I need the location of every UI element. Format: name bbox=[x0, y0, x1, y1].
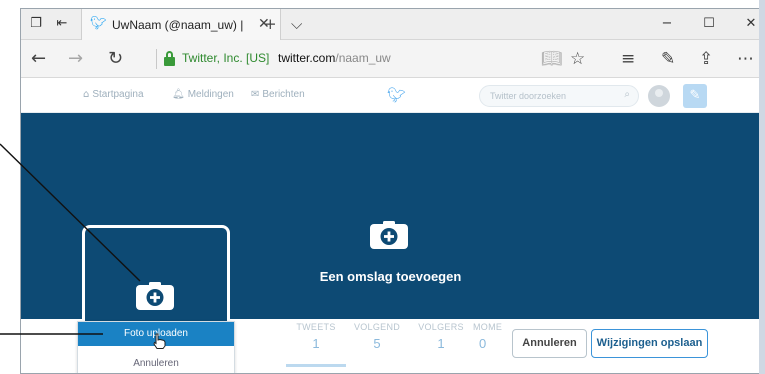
navigation-bar: ← → ↻ Twitter, Inc. [US] twitter.com/naa… bbox=[21, 40, 760, 78]
search-placeholder: Twitter doorzoeken bbox=[490, 91, 567, 101]
user-avatar[interactable] bbox=[648, 85, 670, 107]
home-icon: ⌂ bbox=[83, 89, 90, 100]
reading-view-icon[interactable]: 📖︎ bbox=[541, 49, 563, 69]
lock-icon[interactable] bbox=[164, 51, 175, 66]
new-tab-button[interactable]: + bbox=[264, 15, 277, 33]
right-edge bbox=[759, 0, 765, 374]
web-note-icon[interactable]: ✎ bbox=[661, 49, 675, 69]
tab-twitter-profile[interactable]: 🐦︎ UwNaam (@naam_uw) | ✕ bbox=[81, 9, 281, 40]
save-changes-button[interactable]: Wijzigingen opslaan bbox=[591, 329, 708, 358]
nav-item-home[interactable]: ⌂ Startpagina bbox=[83, 89, 144, 100]
stat-following[interactable]: VOLGEND 5 bbox=[347, 322, 407, 351]
active-stat-underline bbox=[286, 364, 346, 367]
stat-label: MOME bbox=[473, 322, 503, 332]
screenshot-stage: ❐ ⇤ 🐦︎ UwNaam (@naam_uw) | ✕ + ⌵ − ☐ ✕ ←… bbox=[0, 0, 765, 374]
stat-tweets[interactable]: TWEETS 1 bbox=[286, 322, 346, 351]
certificate-owner[interactable]: Twitter, Inc. [US] bbox=[182, 51, 269, 65]
twitter-top-nav: ⌂ Startpagina 🔔︎ Meldingen ✉ Berichten 🐦︎ T… bbox=[21, 79, 760, 113]
minimize-button[interactable]: − bbox=[645, 15, 689, 33]
stat-label: VOLGEND bbox=[353, 322, 401, 332]
tab-preview-icon[interactable]: ❐ bbox=[29, 17, 43, 31]
bell-icon: 🔔︎ bbox=[172, 89, 185, 100]
compose-tweet-button[interactable]: ✎ bbox=[683, 84, 707, 108]
nav-item-label: Meldingen bbox=[187, 89, 234, 100]
close-window-button[interactable]: ✕ bbox=[729, 15, 760, 33]
add-profile-photo-camera-icon[interactable] bbox=[136, 282, 174, 310]
hand-cursor-icon bbox=[153, 333, 166, 349]
url-text[interactable]: twitter.com/naam_uw bbox=[278, 51, 391, 65]
more-icon[interactable]: ⋯ bbox=[737, 49, 754, 69]
stat-label: VOLGERS bbox=[418, 322, 464, 332]
back-button[interactable]: ← bbox=[31, 49, 46, 69]
envelope-icon: ✉ bbox=[251, 89, 260, 100]
cancel-edit-button[interactable]: Annuleren bbox=[512, 329, 587, 358]
stat-value: 0 bbox=[479, 336, 487, 351]
url-path: /naam_uw bbox=[335, 51, 391, 65]
stat-followers[interactable]: VOLGERS 1 bbox=[411, 322, 471, 351]
stat-label: TWEETS bbox=[296, 322, 336, 332]
stat-value: 1 bbox=[437, 336, 445, 351]
profile-photo-box[interactable] bbox=[82, 225, 230, 335]
tab-list-chevron-icon[interactable]: ⌵ bbox=[291, 15, 302, 33]
twitter-bird-icon: 🐦︎ bbox=[90, 16, 107, 31]
hub-icon[interactable]: ≡ bbox=[621, 49, 635, 69]
stat-value: 5 bbox=[373, 336, 381, 351]
search-icon[interactable]: ⌕ bbox=[624, 89, 630, 100]
tab-title: UwNaam (@naam_uw) | bbox=[112, 18, 244, 32]
title-bar: ❐ ⇤ 🐦︎ UwNaam (@naam_uw) | ✕ + ⌵ − ☐ ✕ bbox=[21, 9, 760, 40]
twitter-search-input[interactable]: Twitter doorzoeken ⌕ bbox=[479, 85, 639, 107]
url-domain: twitter.com bbox=[278, 51, 336, 65]
nav-item-notifications[interactable]: 🔔︎ Meldingen bbox=[172, 89, 234, 100]
browser-window: ❐ ⇤ 🐦︎ UwNaam (@naam_uw) | ✕ + ⌵ − ☐ ✕ ←… bbox=[20, 8, 761, 374]
menu-item-cancel[interactable]: Annuleren bbox=[78, 358, 234, 369]
nav-item-label: Startpagina bbox=[92, 89, 144, 100]
favorite-star-icon[interactable]: ☆ bbox=[570, 49, 585, 69]
nav-item-label: Berichten bbox=[262, 89, 305, 100]
set-tabs-aside-icon[interactable]: ⇤ bbox=[55, 17, 69, 31]
twitter-logo-icon[interactable]: 🐦︎ bbox=[387, 86, 406, 104]
forward-button[interactable]: → bbox=[68, 49, 83, 69]
add-cover-camera-icon[interactable] bbox=[370, 221, 408, 249]
address-separator bbox=[156, 49, 157, 69]
left-margin bbox=[0, 0, 20, 374]
maximize-button[interactable]: ☐ bbox=[687, 15, 731, 33]
nav-item-messages[interactable]: ✉ Berichten bbox=[251, 89, 305, 100]
refresh-button[interactable]: ↻ bbox=[108, 49, 123, 69]
stat-value: 1 bbox=[312, 336, 320, 351]
share-icon[interactable]: ⇪ bbox=[699, 49, 713, 69]
stat-moments[interactable]: MOME 0 bbox=[473, 322, 509, 351]
